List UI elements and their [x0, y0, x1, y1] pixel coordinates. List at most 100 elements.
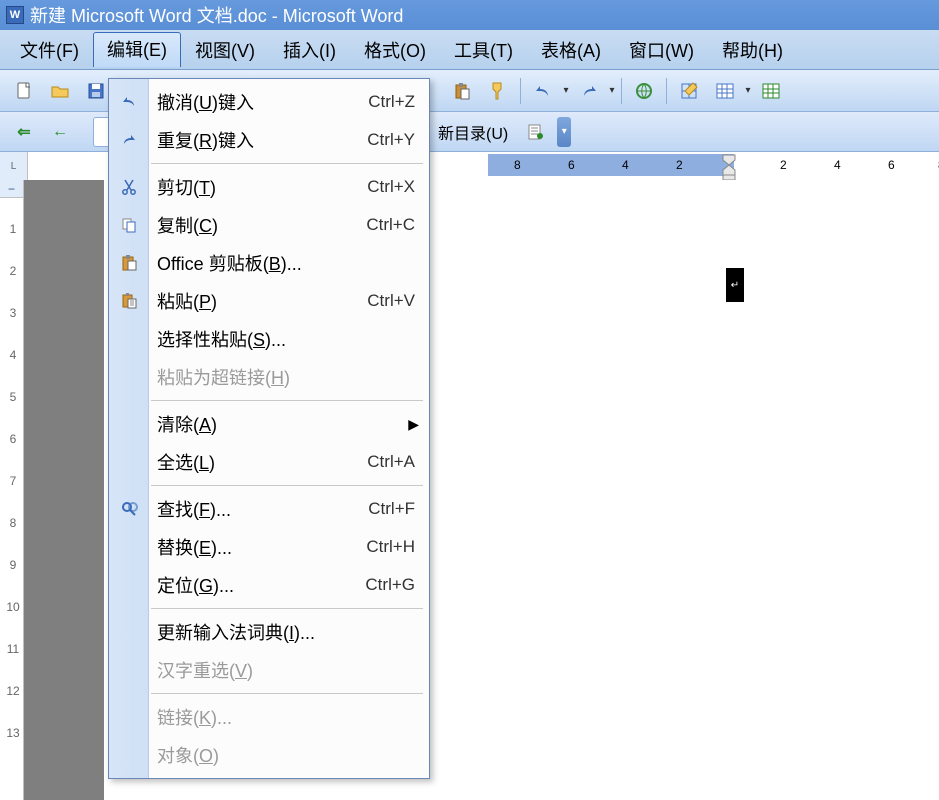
ruler-corner: L	[0, 152, 28, 180]
insert-table-button[interactable]	[710, 76, 740, 106]
menu-item: 汉字重选(V)	[109, 651, 429, 689]
redo-button[interactable]	[574, 76, 604, 106]
hyperlink-button[interactable]	[629, 76, 659, 106]
menu-item-label: 选择性粘贴(S)...	[157, 326, 415, 352]
toc-options-button[interactable]	[521, 117, 551, 147]
ruler-tick: 3	[4, 306, 22, 320]
menu-item-label: 全选(L)	[157, 449, 347, 475]
menu-item[interactable]: 全选(L) Ctrl+A	[109, 443, 429, 481]
ruler-tick: 8	[514, 158, 521, 172]
ruler-tick: 12	[4, 684, 22, 698]
menu-item[interactable]: 撤消(U)键入Ctrl+Z	[109, 83, 429, 121]
menu-item-shortcut: Ctrl+G	[365, 575, 415, 595]
menu-item-label: 更新输入法词典(I)...	[157, 619, 415, 645]
menu-tools[interactable]: 工具(T)	[440, 33, 527, 67]
menu-item-label: 链接(K)...	[157, 704, 415, 730]
menu-item[interactable]: 复制(C)Ctrl+C	[109, 206, 429, 244]
menu-item[interactable]: 重复(R)键入Ctrl+Y	[109, 121, 429, 159]
ruler-tick: 7	[4, 474, 22, 488]
redo-dropdown[interactable]: ▾	[607, 85, 617, 96]
menu-item-shortcut: Ctrl+A	[367, 452, 415, 472]
text-cursor	[726, 268, 744, 302]
menu-item-label: 粘贴(P)	[157, 288, 347, 314]
vertical-ruler[interactable]: − 1 2 3 4 5 6 7 8 9 10 11 12 13	[0, 180, 24, 800]
menu-help[interactable]: 帮助(H)	[708, 33, 797, 67]
menu-item-shortcut: Ctrl+H	[366, 537, 415, 557]
collapse-button[interactable]: −	[0, 180, 23, 198]
ruler-tick: 4	[622, 158, 629, 172]
promote-button[interactable]: ⇐	[9, 117, 39, 147]
menu-separator	[151, 693, 423, 694]
page-margin-area	[24, 180, 104, 800]
cut-icon	[117, 175, 141, 199]
menu-item[interactable]: 清除(A)▶	[109, 405, 429, 443]
document-page[interactable]	[486, 198, 939, 800]
menu-item-label: 剪切(T)	[157, 174, 347, 200]
undo-dropdown[interactable]: ▾	[561, 85, 571, 96]
ruler-tick: 2	[4, 264, 22, 278]
ruler-tick: 1	[4, 222, 22, 236]
menu-item-label: 查找(F)...	[157, 496, 348, 522]
ruler-tick: 10	[4, 600, 22, 614]
menu-item-shortcut: Ctrl+F	[368, 499, 415, 519]
title-bar: 新建 Microsoft Word 文档.doc - Microsoft Wor…	[0, 0, 939, 30]
menu-item-label: 撤消(U)键入	[157, 89, 348, 115]
menu-insert[interactable]: 插入(I)	[269, 33, 350, 67]
menu-item-shortcut: Ctrl+Y	[367, 130, 415, 150]
undo-button[interactable]	[528, 76, 558, 106]
insert-table-dropdown[interactable]: ▾	[743, 85, 753, 96]
paste-icon	[117, 289, 141, 313]
ruler-tick: 6	[568, 158, 575, 172]
toolbar-options-button[interactable]: ▾	[557, 117, 571, 147]
undo-icon	[117, 90, 141, 114]
ruler-tick: 2	[676, 158, 683, 172]
move-left-button[interactable]: ←	[45, 117, 75, 147]
word-app-icon	[6, 6, 24, 24]
save-button[interactable]	[81, 76, 111, 106]
menu-item[interactable]: 剪切(T) Ctrl+X	[109, 168, 429, 206]
menu-file[interactable]: 文件(F)	[6, 33, 93, 67]
menu-separator	[151, 400, 423, 401]
menu-item-shortcut: Ctrl+V	[367, 291, 415, 311]
open-button[interactable]	[45, 76, 75, 106]
menu-table[interactable]: 表格(A)	[527, 33, 615, 67]
ruler-tick: 5	[4, 390, 22, 404]
menu-edit[interactable]: 编辑(E)	[93, 32, 181, 67]
ruler-tick: 6	[4, 432, 22, 446]
edit-menu-dropdown: 撤消(U)键入Ctrl+Z重复(R)键入Ctrl+Y 剪切(T) Ctrl+X 复制(…	[108, 78, 430, 779]
menu-item[interactable]: 定位(G)...Ctrl+G	[109, 566, 429, 604]
menu-window[interactable]: 窗口(W)	[615, 33, 708, 67]
hanging-indent-marker[interactable]	[722, 162, 736, 180]
ruler-tick: 6	[888, 158, 895, 172]
ruler-tick: 11	[4, 642, 22, 656]
submenu-arrow-icon: ▶	[408, 416, 419, 433]
menu-item: 链接(K)...	[109, 698, 429, 736]
menu-item[interactable]: 更新输入法词典(I)...	[109, 613, 429, 651]
copy-icon	[117, 213, 141, 237]
menu-format[interactable]: 格式(O)	[350, 33, 440, 67]
menu-item-label: 汉字重选(V)	[157, 657, 415, 683]
menu-separator	[151, 163, 423, 164]
menu-item[interactable]: 替换(E)...Ctrl+H	[109, 528, 429, 566]
ruler-tick: 9	[4, 558, 22, 572]
menu-item-shortcut: Ctrl+X	[367, 177, 415, 197]
insert-worksheet-button[interactable]	[756, 76, 786, 106]
menu-item-label: 粘贴为超链接(H)	[157, 364, 415, 390]
tables-borders-button[interactable]	[674, 76, 704, 106]
window-title: 新建 Microsoft Word 文档.doc - Microsoft Wor…	[30, 2, 403, 28]
new-document-button[interactable]	[9, 76, 39, 106]
menu-item[interactable]: Office 剪贴板(B)...	[109, 244, 429, 282]
paste-button[interactable]	[447, 76, 477, 106]
update-toc-button[interactable]: 新目录(U)	[428, 117, 518, 147]
menu-item-label: Office 剪贴板(B)...	[157, 250, 415, 276]
menu-separator	[151, 608, 423, 609]
menu-item[interactable]: 粘贴(P) Ctrl+V	[109, 282, 429, 320]
menu-item-shortcut: Ctrl+C	[366, 215, 415, 235]
menu-view[interactable]: 视图(V)	[181, 33, 269, 67]
format-painter-button[interactable]	[483, 76, 513, 106]
menu-item-label: 对象(O)	[157, 742, 415, 768]
toc-label: 新目录(U)	[438, 120, 508, 144]
menu-item[interactable]: 选择性粘贴(S)...	[109, 320, 429, 358]
menu-item[interactable]: 查找(F)... Ctrl+F	[109, 490, 429, 528]
menu-separator	[151, 485, 423, 486]
